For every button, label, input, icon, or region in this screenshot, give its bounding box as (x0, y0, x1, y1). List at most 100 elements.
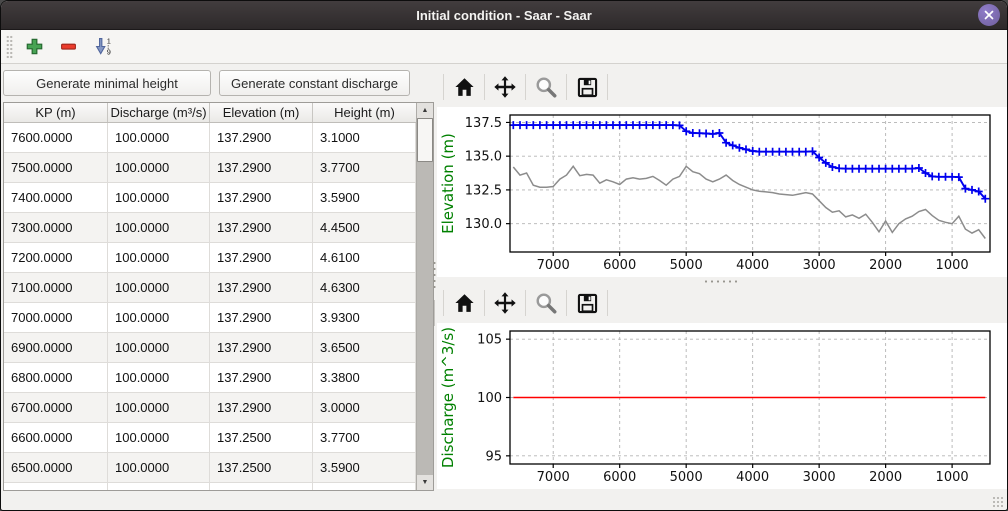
generate-constant-discharge-button[interactable]: Generate constant discharge (219, 70, 410, 96)
table-body: 7600.0000100.0000137.29003.10007500.0000… (4, 123, 416, 490)
table-cell[interactable]: 4.6300 (313, 273, 416, 303)
column-header[interactable]: KP (m) (4, 103, 108, 122)
table-cell[interactable]: 137.2900 (210, 243, 313, 273)
generate-minimal-height-button[interactable]: Generate minimal height (3, 70, 211, 96)
table-header-row: KP (m)Discharge (m³/s)Elevation (m)Heigh… (4, 103, 416, 123)
table-cell[interactable]: 3.0000 (313, 393, 416, 423)
table-row: 7000.0000100.0000137.29003.9300 (4, 303, 416, 333)
chart-splitter-handle[interactable] (437, 277, 1007, 285)
column-header[interactable]: Height (m) (313, 103, 416, 122)
table-cell[interactable]: 7500.0000 (4, 153, 108, 183)
table-cell[interactable]: 3.7700 (313, 153, 416, 183)
table-cell[interactable]: 7600.0000 (4, 123, 108, 153)
pan-icon (493, 75, 517, 99)
table-cell[interactable]: 3.7700 (313, 423, 416, 453)
table-cell[interactable]: 3.5900 (313, 453, 416, 483)
table-cell[interactable]: 137.2900 (210, 273, 313, 303)
table-cell[interactable]: 137.2900 (210, 363, 313, 393)
table-cell (4, 483, 108, 490)
table-cell[interactable]: 137.2900 (210, 213, 313, 243)
pane-splitter-handle[interactable] (432, 64, 436, 511)
table-cell[interactable]: 100.0000 (108, 153, 210, 183)
table-cell[interactable]: 100.0000 (108, 453, 210, 483)
table-cell[interactable]: 3.1000 (313, 123, 416, 153)
table-cell[interactable]: 3.3800 (313, 363, 416, 393)
scrollbar-thumb[interactable] (417, 118, 433, 162)
generate-buttons-row: Generate minimal height Generate constan… (3, 70, 432, 96)
zoom-button[interactable] (530, 72, 562, 102)
toolbar-separator (484, 290, 485, 316)
table-cell[interactable]: 100.0000 (108, 123, 210, 153)
table-cell[interactable]: 100.0000 (108, 333, 210, 363)
column-header[interactable]: Elevation (m) (210, 103, 313, 122)
window: Initial condition - Saar - Saar 1 9 (0, 0, 1008, 511)
table-cell[interactable]: 137.2500 (210, 453, 313, 483)
svg-text:1: 1 (106, 37, 110, 46)
table-row-partial (4, 483, 416, 490)
remove-row-button[interactable] (55, 33, 81, 61)
table-cell[interactable]: 6600.0000 (4, 423, 108, 453)
discharge-chart-toolbar (439, 287, 1007, 319)
column-header[interactable]: Discharge (m³/s) (108, 103, 210, 122)
home-button[interactable] (448, 72, 480, 102)
window-resize-grip[interactable] (992, 496, 1003, 507)
table-cell[interactable]: 100.0000 (108, 423, 210, 453)
table-cell[interactable]: 6500.0000 (4, 453, 108, 483)
scrollbar-track[interactable] (417, 118, 433, 475)
home-icon (453, 76, 476, 99)
table-cell[interactable]: 7400.0000 (4, 183, 108, 213)
titlebar[interactable]: Initial condition - Saar - Saar (1, 1, 1007, 30)
save-button[interactable] (571, 288, 603, 318)
toolbar-separator (484, 74, 485, 100)
pan-button[interactable] (489, 288, 521, 318)
table-cell[interactable]: 137.2900 (210, 183, 313, 213)
table-row: 6500.0000100.0000137.25003.5900 (4, 453, 416, 483)
table-cell[interactable]: 137.2900 (210, 333, 313, 363)
svg-text:7000: 7000 (537, 470, 570, 485)
toolbar-grip-handle[interactable] (6, 35, 13, 59)
table-cell[interactable]: 7200.0000 (4, 243, 108, 273)
add-row-button[interactable] (21, 33, 47, 61)
zoom-button[interactable] (530, 288, 562, 318)
table-cell[interactable]: 137.2900 (210, 123, 313, 153)
table-cell[interactable]: 100.0000 (108, 213, 210, 243)
table-row: 6600.0000100.0000137.25003.7700 (4, 423, 416, 453)
pan-button[interactable] (489, 72, 521, 102)
table-cell[interactable]: 6800.0000 (4, 363, 108, 393)
table-cell[interactable]: 4.4500 (313, 213, 416, 243)
table-cell[interactable]: 6700.0000 (4, 393, 108, 423)
table-cell[interactable]: 6900.0000 (4, 333, 108, 363)
table-cell[interactable]: 100.0000 (108, 273, 210, 303)
table-cell[interactable]: 3.9300 (313, 303, 416, 333)
table-cell[interactable]: 137.2900 (210, 153, 313, 183)
table-cell[interactable]: 4.6100 (313, 243, 416, 273)
table-cell[interactable]: 7300.0000 (4, 213, 108, 243)
table-cell[interactable]: 137.2500 (210, 423, 313, 453)
table-cell[interactable]: 137.2900 (210, 303, 313, 333)
svg-text:130.0: 130.0 (465, 217, 502, 232)
table-cell[interactable]: 100.0000 (108, 183, 210, 213)
elevation-chart-toolbar (439, 71, 1007, 103)
table-cell[interactable]: 100.0000 (108, 303, 210, 333)
table-cell[interactable]: 100.0000 (108, 243, 210, 273)
svg-text:105: 105 (477, 333, 502, 348)
table-cell[interactable]: 100.0000 (108, 363, 210, 393)
scroll-up-button[interactable]: ▲ (417, 103, 433, 118)
table-cell[interactable]: 100.0000 (108, 393, 210, 423)
sort-rows-button[interactable]: 1 9 (89, 33, 115, 61)
table-cell[interactable]: 7100.0000 (4, 273, 108, 303)
home-button[interactable] (448, 288, 480, 318)
scroll-down-button[interactable]: ▼ (417, 475, 433, 490)
discharge-chart[interactable]: 700060005000400030002000100095100105Disc… (437, 323, 1007, 489)
save-button[interactable] (571, 72, 603, 102)
elevation-chart[interactable]: 7000600050004000300020001000130.0132.513… (437, 107, 1007, 277)
table-cell (108, 483, 210, 490)
initial-condition-table: KP (m)Discharge (m³/s)Elevation (m)Heigh… (3, 102, 434, 491)
table-cell[interactable]: 7000.0000 (4, 303, 108, 333)
close-button[interactable] (978, 4, 1000, 26)
table-cell[interactable]: 137.2900 (210, 393, 313, 423)
vertical-scrollbar[interactable]: ▲ ▼ (416, 103, 433, 490)
table-cell[interactable]: 3.5900 (313, 183, 416, 213)
table-cell[interactable]: 3.6500 (313, 333, 416, 363)
toolbar-separator (443, 290, 444, 316)
